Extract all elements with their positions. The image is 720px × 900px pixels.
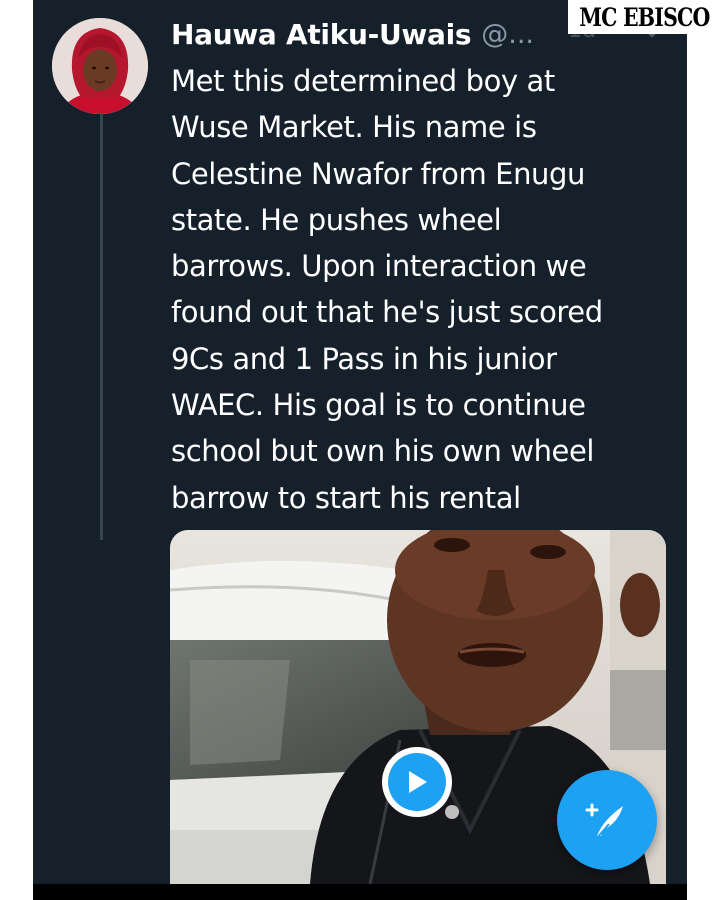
tweet-text: Met this determined boy at Wuse Market. … [171,64,603,515]
author-name[interactable]: Hauwa Atiku-Uwais [171,18,472,51]
play-button-inner [388,753,446,811]
play-icon [409,771,427,793]
compose-tweet-button[interactable] [557,770,657,870]
thread-line [100,110,103,540]
bottom-bar [33,884,687,900]
screenshot-frame: Hauwa Atiku-Uwais @... 1d Met this deter… [0,0,720,900]
watermark: MC EBISCO [568,0,720,34]
play-button[interactable] [382,747,452,817]
avatar[interactable] [52,18,148,114]
author-handle[interactable]: @... [481,19,534,50]
watermark-text: MC EBISCO [578,2,710,32]
tweet-header: Hauwa Atiku-Uwais @... [171,14,534,54]
compose-tweet-icon [585,803,623,839]
